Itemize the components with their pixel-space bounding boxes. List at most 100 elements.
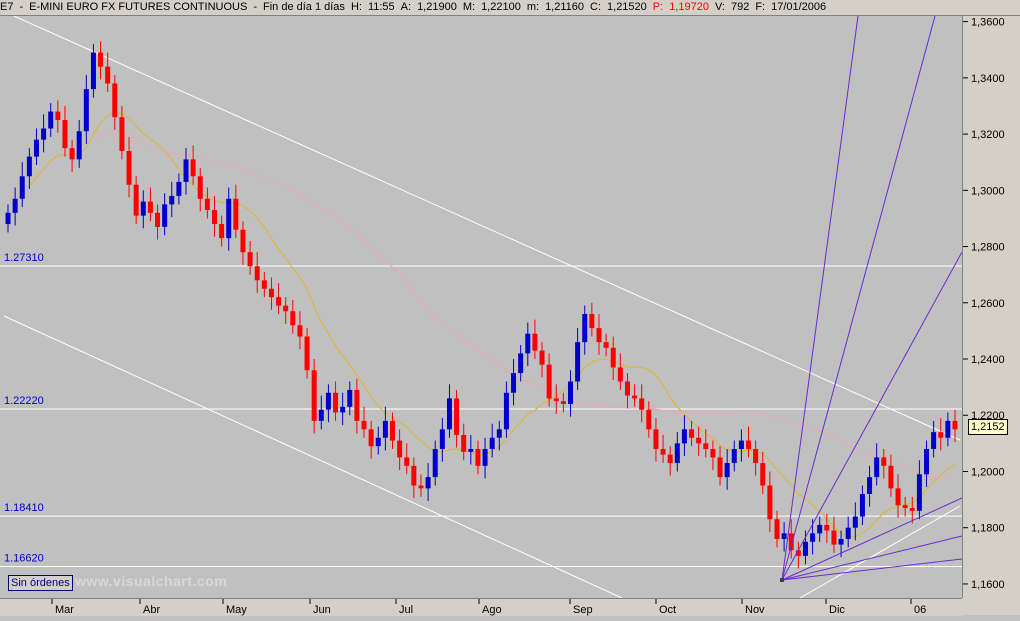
gann-fan-line [781, 251, 963, 581]
candle-body [867, 477, 873, 494]
candle-body [12, 198, 18, 213]
candle-body [689, 429, 695, 438]
candle-body [311, 370, 317, 421]
candle-body [731, 448, 737, 464]
candle-body [938, 432, 944, 438]
candle-body [432, 448, 438, 478]
candle-body [724, 463, 730, 478]
candle-body [347, 389, 353, 407]
candle-body [105, 66, 111, 84]
candle-body [176, 181, 182, 196]
chart-plot-area[interactable]: 1.27310 1.22220 1.18410 1.16620 [0, 15, 963, 599]
candle-body [553, 398, 559, 402]
trend-line [3, 315, 623, 599]
candle-body [546, 364, 552, 399]
candle-body [190, 159, 196, 177]
candle-body [382, 420, 388, 438]
candle-body [226, 198, 232, 239]
chart-title-bar: E7- E-MINI EURO FX FUTURES CONTINUOUS - Fin… [0, 0, 1020, 16]
candle-body [603, 342, 609, 348]
close-value: 1,21520 [607, 1, 647, 13]
candle-body [489, 437, 495, 449]
candle-body [340, 406, 346, 413]
previous-value: 1,19720 [669, 1, 709, 13]
gann-fan-line [781, 15, 859, 581]
level-label: 1.18410 [4, 502, 44, 514]
candle-body [852, 516, 858, 528]
candle-body [197, 176, 203, 199]
candle-body [425, 477, 431, 489]
price-tick-label: 1,2800 [971, 242, 1005, 254]
candle-body [560, 401, 566, 404]
volume-value: 792 [730, 1, 750, 13]
candle-body [219, 224, 225, 239]
candle-body [767, 485, 773, 520]
candle-body [90, 52, 96, 90]
last-price-label: 1,2152 [968, 419, 1008, 435]
candle-body [575, 342, 581, 382]
candle-body [247, 252, 253, 267]
time-tick-label: Sep [573, 604, 593, 616]
candle-body [931, 432, 937, 449]
candle-body [354, 389, 360, 421]
candle-body [831, 530, 837, 545]
candle-body [5, 212, 11, 225]
candle-body [183, 159, 189, 182]
candle-body [69, 148, 75, 160]
price-tick-label: 1,3400 [971, 73, 1005, 85]
candle-body [674, 443, 680, 464]
candle-body [112, 83, 118, 118]
candle-body [119, 117, 125, 151]
price-tick-label: 1,3200 [971, 129, 1005, 141]
candle-body [418, 485, 424, 489]
candle-body [774, 519, 780, 539]
candle-body [760, 463, 766, 486]
candle-body [375, 437, 381, 447]
time-tick-label: May [226, 604, 247, 616]
candle-body [916, 474, 922, 511]
price-axis[interactable]: 1,3600 1,3400 1,3200 1,3000 1,2800 1,2600 1,24… [962, 16, 1020, 598]
candle-body [454, 398, 460, 435]
candle-body [48, 111, 54, 129]
candle-body [525, 333, 531, 354]
symbol: E7 [0, 1, 14, 13]
candle-body [304, 336, 310, 371]
candle-body [62, 120, 68, 149]
time-axis[interactable]: Mar Abr May Jun Jul Ago Sep Oct Nov Dic 06 [0, 598, 962, 616]
price-tick-label: 1,1600 [971, 579, 1005, 591]
candle-body [924, 448, 930, 475]
instrument-name: E-MINI EURO FX FUTURES CONTINUOUS [29, 1, 248, 13]
date-value: 17/01/2006 [771, 1, 827, 13]
fan-anchor-marker [780, 578, 784, 582]
candle-body [19, 176, 25, 199]
candle-body [503, 392, 509, 430]
candle-body [881, 457, 887, 466]
time-tick-label: 06 [914, 604, 926, 616]
orders-button[interactable]: Sin órdenes [8, 575, 73, 591]
candle-body [653, 429, 659, 449]
candle-body [368, 429, 374, 447]
time-tick-label: Abr [143, 604, 160, 616]
candle-body [895, 488, 901, 506]
candle-body [568, 381, 574, 404]
candle-body [845, 527, 851, 539]
candle-body [539, 350, 545, 365]
gann-fan-line [781, 497, 963, 581]
candle-body [738, 440, 744, 449]
candle-body [596, 328, 602, 343]
candle-body [318, 409, 324, 421]
candle-body [283, 305, 289, 312]
candle-body [482, 448, 488, 466]
candle-body [746, 440, 752, 449]
time-tick-label: Oct [659, 604, 676, 616]
candle-body [589, 314, 595, 329]
candle-body [632, 395, 638, 399]
candle-body [147, 201, 153, 213]
candle-body [646, 409, 652, 430]
high-value: 1,22100 [481, 1, 521, 13]
candle-body [162, 204, 168, 227]
price-tick-label: 1,3000 [971, 185, 1005, 197]
price-tick-label: 1,2000 [971, 466, 1005, 478]
candle-body [667, 454, 673, 464]
candle-body [717, 457, 723, 478]
